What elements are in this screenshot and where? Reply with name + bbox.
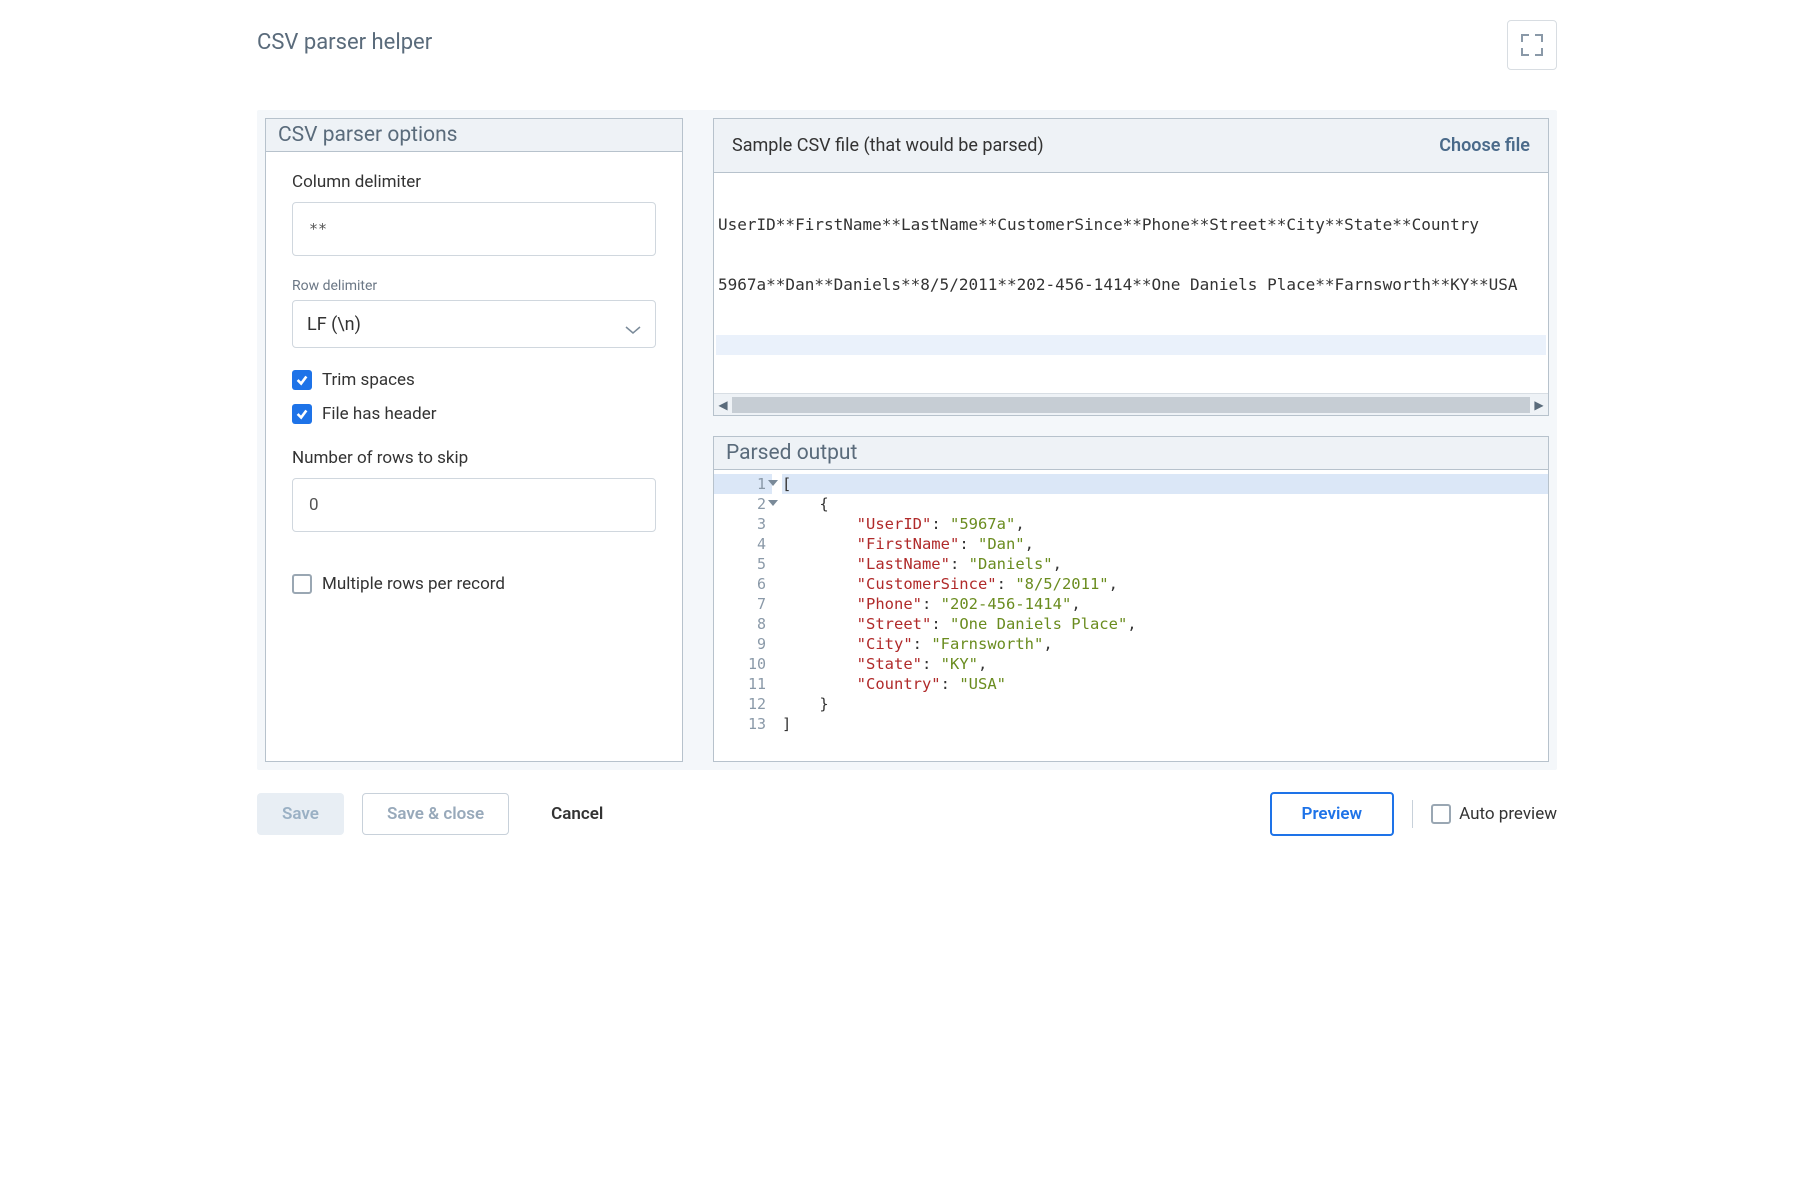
rows-skip-input[interactable]	[292, 478, 656, 532]
gutter-line: 13	[714, 714, 772, 734]
row-delimiter-label: Row delimiter	[292, 278, 656, 294]
code-line: }	[782, 694, 1548, 714]
gutter-line: 10	[714, 654, 772, 674]
column-delimiter-input[interactable]	[292, 202, 656, 256]
page-title: CSV parser helper	[257, 30, 432, 55]
save-close-button[interactable]: Save & close	[362, 793, 509, 835]
file-has-header-checkbox[interactable]	[292, 404, 312, 424]
row-delimiter-value: LF (\n)	[307, 314, 361, 335]
sample-text-area[interactable]: UserID**FirstName**LastName**CustomerSin…	[714, 173, 1548, 393]
sample-cursor-line	[716, 335, 1546, 355]
gutter-line: 2	[714, 494, 772, 514]
fullscreen-button[interactable]	[1507, 20, 1557, 70]
horizontal-scrollbar[interactable]: ◀ ▶	[714, 393, 1548, 415]
choose-file-button[interactable]: Choose file	[1439, 135, 1530, 156]
parsed-output-title: Parsed output	[714, 437, 1548, 470]
options-panel-title: CSV parser options	[266, 119, 682, 152]
scroll-track[interactable]	[732, 397, 1530, 413]
preview-button[interactable]: Preview	[1270, 792, 1395, 836]
gutter-line: 1	[714, 474, 772, 494]
gutter-line: 9	[714, 634, 772, 654]
parsed-output-code: [ { "UserID": "5967a", "FirstName": "Dan…	[774, 470, 1548, 761]
row-delimiter-select[interactable]: LF (\n)	[292, 300, 656, 348]
fullscreen-icon	[1521, 34, 1543, 56]
file-has-header-label: File has header	[322, 404, 436, 424]
code-line: "Phone": "202-456-1414",	[782, 594, 1548, 614]
code-line: {	[782, 494, 1548, 514]
parsed-output-panel: Parsed output 12345678910111213 [ { "Use…	[713, 436, 1549, 762]
scroll-left-icon[interactable]: ◀	[716, 398, 730, 412]
sample-line: UserID**FirstName**LastName**CustomerSin…	[716, 215, 1546, 235]
footer-bar: Save Save & close Cancel Preview Auto pr…	[257, 770, 1557, 866]
cancel-button[interactable]: Cancel	[527, 793, 627, 835]
line-number-gutter: 12345678910111213	[714, 470, 774, 761]
gutter-line: 3	[714, 514, 772, 534]
code-line: "FirstName": "Dan",	[782, 534, 1548, 554]
sample-line: 5967a**Dan**Daniels**8/5/2011**202-456-1…	[716, 275, 1546, 295]
gutter-line: 4	[714, 534, 772, 554]
code-line: "State": "KY",	[782, 654, 1548, 674]
file-has-header-row[interactable]: File has header	[292, 404, 656, 424]
gutter-line: 5	[714, 554, 772, 574]
sample-panel-title: Sample CSV file (that would be parsed)	[732, 135, 1044, 156]
auto-preview-toggle[interactable]: Auto preview	[1431, 804, 1557, 824]
gutter-line: 7	[714, 594, 772, 614]
multiple-rows-checkbox[interactable]	[292, 574, 312, 594]
code-line: "LastName": "Daniels",	[782, 554, 1548, 574]
gutter-line: 12	[714, 694, 772, 714]
gutter-line: 8	[714, 614, 772, 634]
auto-preview-checkbox[interactable]	[1431, 804, 1451, 824]
parsed-output-body[interactable]: 12345678910111213 [ { "UserID": "5967a",…	[714, 470, 1548, 761]
code-line: ]	[782, 714, 1548, 734]
multiple-rows-label: Multiple rows per record	[322, 574, 505, 594]
save-button[interactable]: Save	[257, 793, 344, 835]
code-line: "Country": "USA"	[782, 674, 1548, 694]
code-line: "City": "Farnsworth",	[782, 634, 1548, 654]
auto-preview-label: Auto preview	[1459, 804, 1557, 824]
code-line: "UserID": "5967a",	[782, 514, 1548, 534]
rows-skip-label: Number of rows to skip	[292, 448, 656, 468]
scroll-right-icon[interactable]: ▶	[1532, 398, 1546, 412]
trim-spaces-row[interactable]: Trim spaces	[292, 370, 656, 390]
sample-panel: Sample CSV file (that would be parsed) C…	[713, 118, 1549, 416]
trim-spaces-checkbox[interactable]	[292, 370, 312, 390]
column-delimiter-label: Column delimiter	[292, 172, 656, 192]
code-line: [	[782, 474, 1548, 494]
divider	[1412, 800, 1413, 828]
workspace: CSV parser options Column delimiter Row …	[257, 110, 1557, 770]
options-panel: CSV parser options Column delimiter Row …	[265, 118, 683, 762]
code-line: "CustomerSince": "8/5/2011",	[782, 574, 1548, 594]
gutter-line: 11	[714, 674, 772, 694]
trim-spaces-label: Trim spaces	[322, 370, 415, 390]
code-line: "Street": "One Daniels Place",	[782, 614, 1548, 634]
multiple-rows-row[interactable]: Multiple rows per record	[292, 574, 656, 594]
chevron-down-icon	[625, 319, 641, 329]
gutter-line: 6	[714, 574, 772, 594]
